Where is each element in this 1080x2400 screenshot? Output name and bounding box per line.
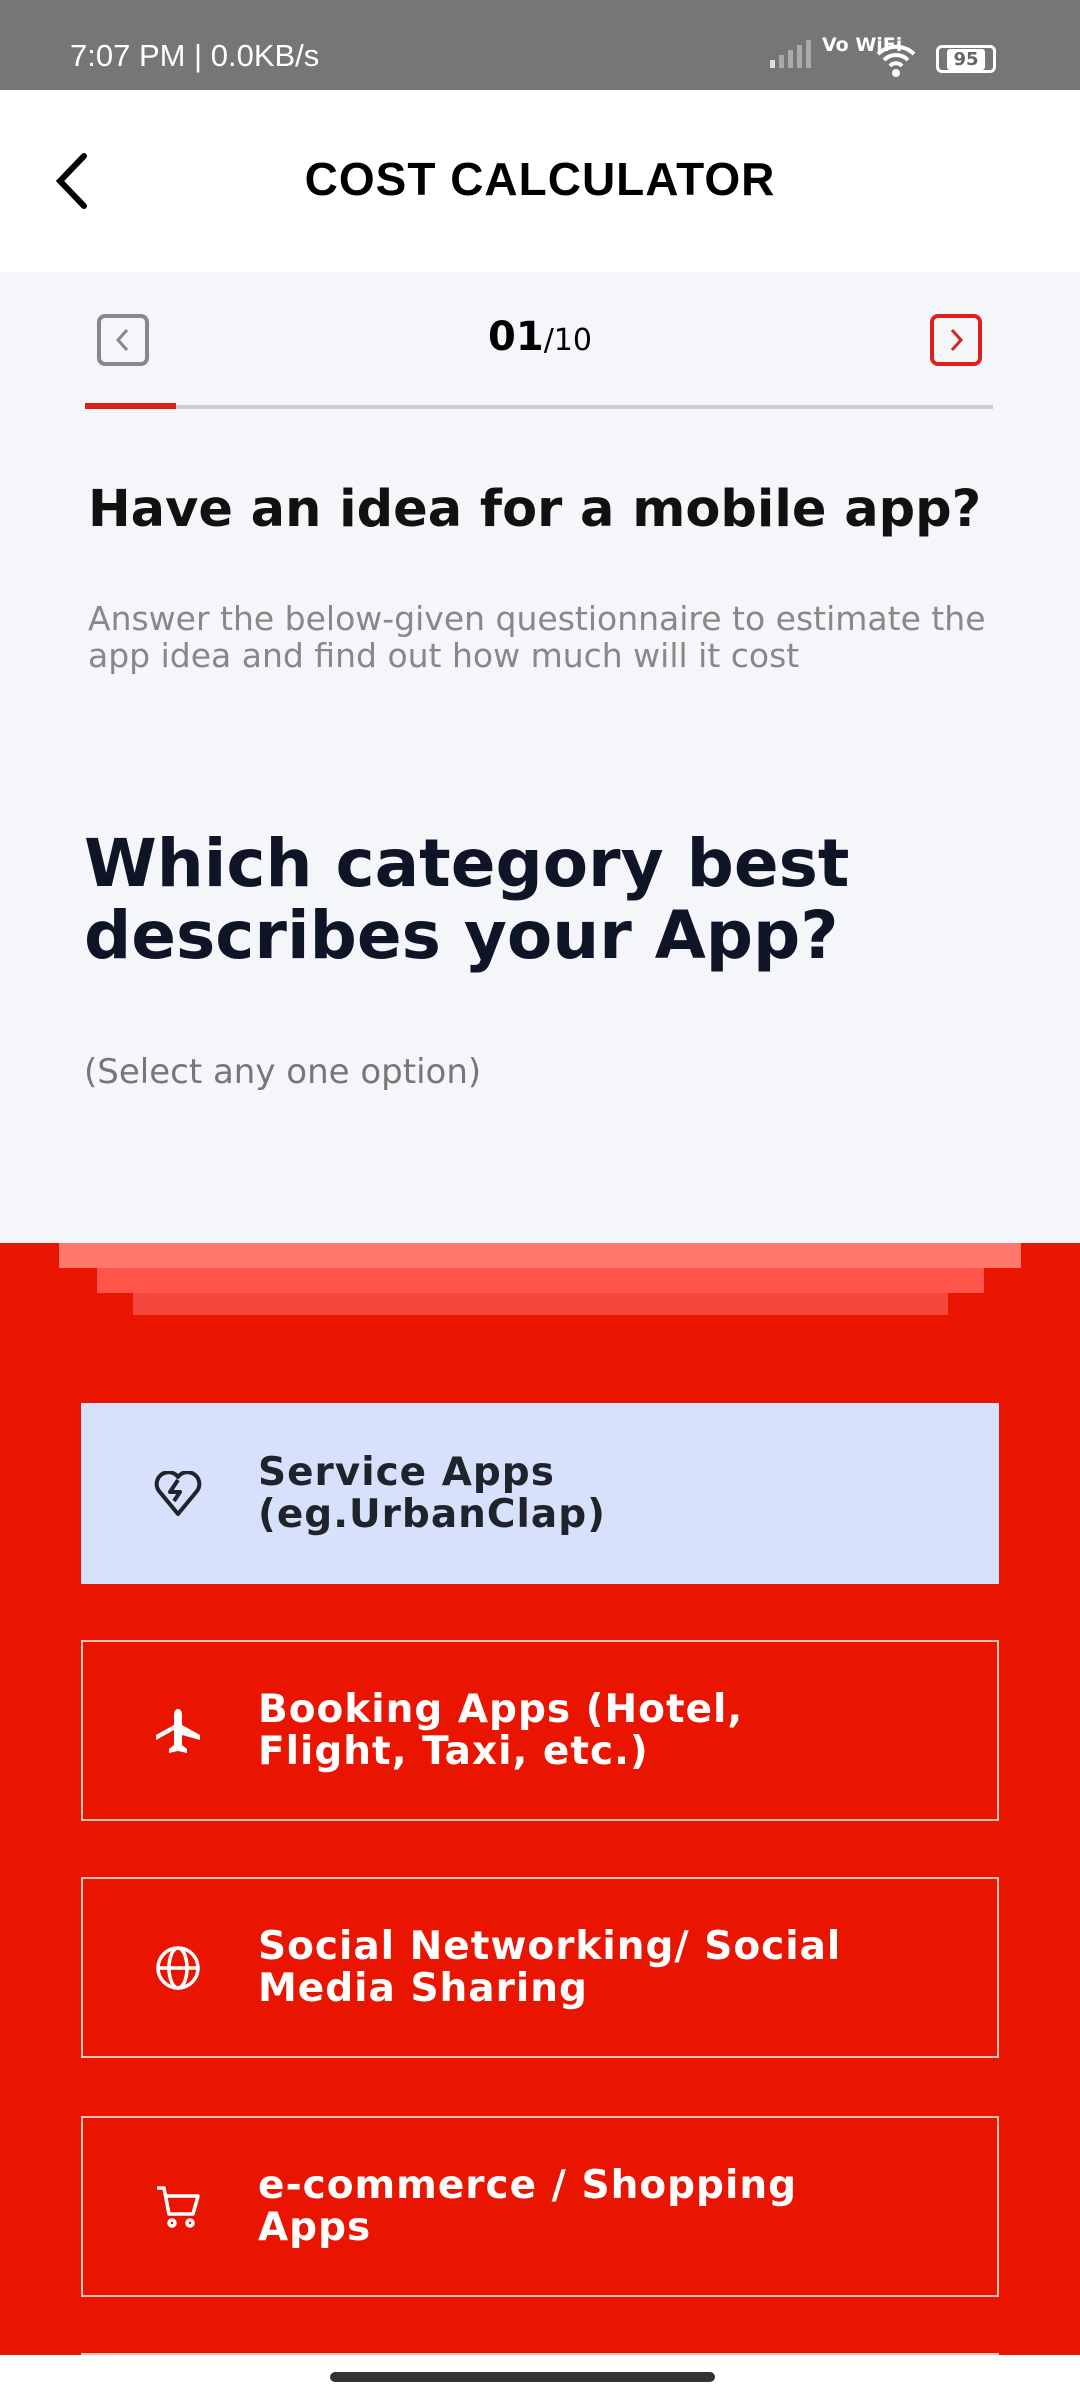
airplane-icon	[138, 1707, 218, 1755]
battery-level: 95	[947, 48, 985, 70]
page-title: COST CALCULATOR	[304, 153, 776, 205]
option-label: Service Apps (eg.UrbanClap)	[258, 1449, 606, 1537]
question-counter: 01/10	[0, 314, 1080, 360]
home-indicator[interactable]	[330, 2372, 715, 2382]
globe-icon	[138, 1944, 218, 1992]
decorative-step	[97, 1268, 984, 1293]
option-social-networking[interactable]: Social Networking/ Social Media Sharing	[81, 1877, 999, 2058]
battery-icon: 95	[936, 45, 996, 73]
intro-heading: Have an idea for a mobile app?	[88, 480, 982, 539]
status-time: 7:07 PM | 0.0KB/s	[70, 38, 320, 73]
decorative-step	[59, 1243, 1021, 1268]
progress-fill	[85, 403, 176, 409]
option-label: Booking Apps (Hotel, Flight, Taxi, etc.)	[258, 1686, 744, 1774]
total-questions: /10	[543, 323, 592, 358]
intro-description: Answer the below-given questionnaire to …	[88, 599, 986, 675]
next-question-button[interactable]	[930, 314, 982, 366]
current-question: 01	[488, 314, 544, 360]
app-header: COST CALCULATOR	[0, 90, 1080, 272]
option-label: Social Networking/ Social Media Sharing	[258, 1923, 842, 2011]
option-label: e-commerce / Shopping Apps	[258, 2162, 798, 2250]
status-bar: 7:07 PM | 0.0KB/s Vo WiFi 95	[0, 0, 1080, 90]
question-hint: (Select any one option)	[84, 1052, 482, 1092]
signal-icon	[770, 40, 811, 68]
option-service-apps[interactable]: Service Apps (eg.UrbanClap)	[81, 1403, 999, 1584]
progress-track	[85, 405, 993, 409]
wifi-icon	[876, 44, 916, 77]
cart-icon	[138, 2183, 218, 2231]
option-booking-apps[interactable]: Booking Apps (Hotel, Flight, Taxi, etc.)	[81, 1640, 999, 1821]
decorative-step	[133, 1293, 948, 1315]
question-text: Which category best describes your App?	[84, 825, 850, 974]
heart-handshake-icon	[138, 1470, 218, 1517]
chevron-right-icon	[950, 328, 964, 352]
option-ecommerce[interactable]: e-commerce / Shopping Apps	[81, 2116, 999, 2297]
